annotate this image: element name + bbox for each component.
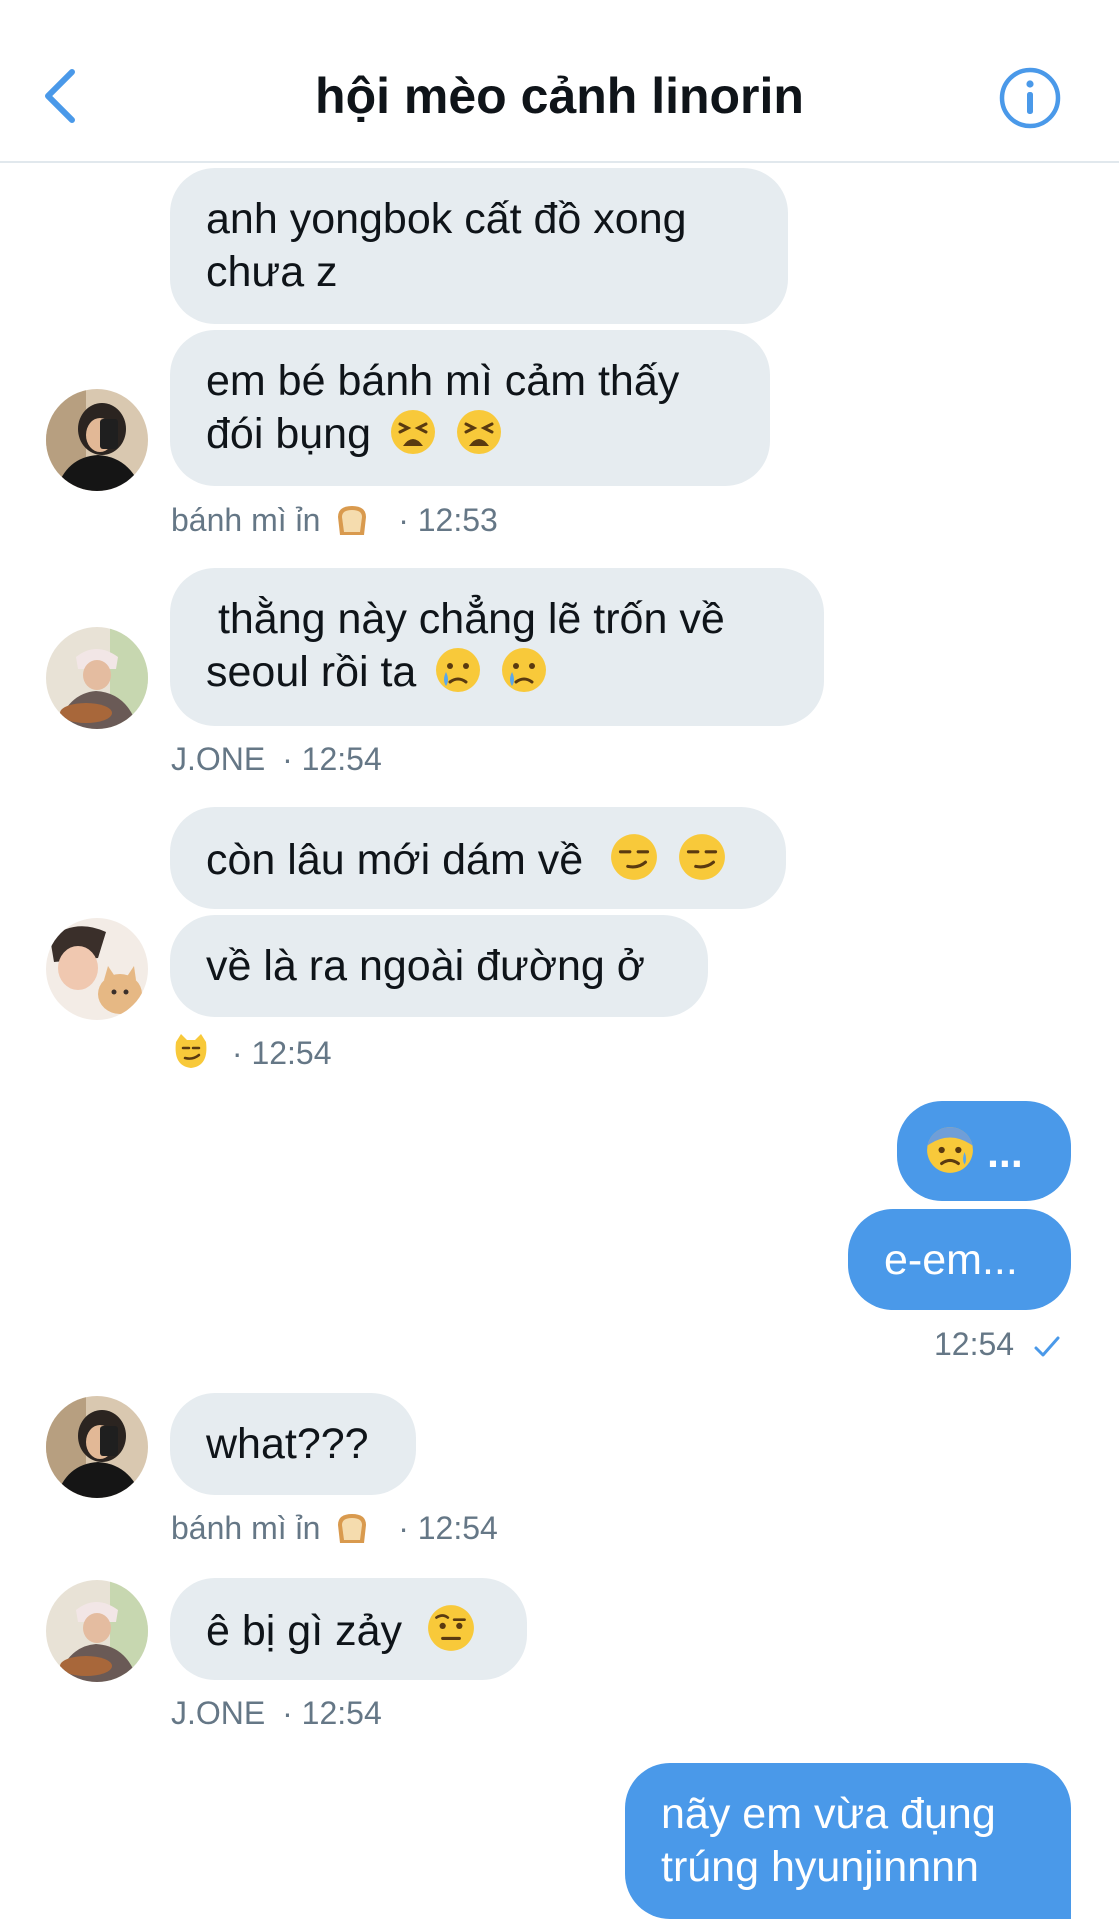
message-meta: · 12:54 [171,1032,332,1073]
bread-emoji-icon [338,1514,367,1543]
chat-header: hội mèo cảnh linorin [0,0,1119,163]
bread-emoji-icon [338,506,367,535]
message-meta: bánh mì ỉn · 12:54 [171,1508,498,1548]
avatar-j-one[interactable] [46,627,148,729]
message-bubble-outgoing[interactable]: e-em... [848,1209,1071,1310]
message-text: what??? [206,1420,369,1468]
message-text: nãy em vừa đụng [661,1790,996,1838]
message-bubble-incoming[interactable]: về là ra ngoài đường ở [170,915,708,1017]
message-meta: 12:54 [934,1324,1061,1364]
message-timestamp: · 12:54 [282,1695,382,1731]
sender-name: J.ONE [171,1695,266,1731]
smirking-face-emoji-icon [679,834,725,880]
message-bubble-incoming[interactable]: còn lâu mới dám về [170,807,786,909]
message-text: anh yongbok cất đồ xong [206,195,687,243]
info-icon[interactable] [998,66,1062,130]
message-bubble-incoming[interactable]: em bé bánh mì cảm thấy đói bụng [170,330,770,486]
message-timestamp: · 12:53 [398,502,498,538]
avatar-banh-mi-in[interactable] [46,1396,148,1498]
message-text: ... [986,1129,1023,1177]
message-timestamp: 12:54 [934,1326,1015,1362]
message-text: ê bị gì zảy [206,1607,402,1655]
message-timestamp: · 12:54 [231,1035,332,1071]
message-text: em bé bánh mì cảm thấy [206,357,680,405]
message-text: e-em... [884,1236,1018,1284]
message-timestamp: · 12:54 [398,1510,498,1546]
sender-name: bánh mì ỉn [171,502,321,538]
tired-face-emoji-icon [390,410,435,454]
message-bubble-incoming[interactable]: ê bị gì zảy [170,1578,527,1680]
message-text: trúng hyunjinnnn [661,1843,979,1891]
message-text: còn lâu mới dám về [206,836,584,884]
avatar-j-one[interactable] [46,1580,148,1682]
smirking-face-emoji-icon [611,834,658,880]
message-timestamp: · 12:54 [282,741,382,777]
message-bubble-incoming[interactable]: what??? [170,1393,416,1495]
chevron-left-icon[interactable] [40,66,82,126]
crying-face-emoji-icon [502,648,547,692]
avatar-cat[interactable] [46,918,148,1020]
message-text: chưa z [206,248,338,296]
message-text: thằng này chẳng lẽ trốn về [206,595,725,643]
sender-name: J.ONE [171,741,266,777]
tired-face-emoji-icon [456,410,501,454]
message-text: seoul rồi ta [206,648,417,696]
cat-smirk-emoji-icon [175,1034,207,1068]
anxious-face-emoji-icon [927,1127,973,1173]
message-text: đói bụng [206,410,371,458]
message-bubble-outgoing[interactable]: nãy em vừa đụng trúng hyunjinnnn [625,1763,1071,1919]
crying-face-emoji-icon [436,648,481,692]
message-bubble-incoming[interactable]: anh yongbok cất đồ xong chưa z [170,168,788,324]
raised-eyebrow-face-emoji-icon [428,1605,474,1651]
message-bubble-incoming[interactable]: thằng này chẳng lẽ trốn về seoul rồi ta [170,568,824,726]
message-meta: bánh mì ỉn · 12:53 [171,500,498,540]
conversation-title: hội mèo cảnh linorin [315,68,804,124]
message-meta: J.ONE · 12:54 [171,739,382,779]
sender-name: bánh mì ỉn [171,1510,321,1546]
sent-checkmark-icon [1034,1336,1060,1357]
message-text: về là ra ngoài đường ở [206,942,645,990]
avatar-banh-mi-in[interactable] [46,389,148,491]
message-bubble-outgoing[interactable]: ... [897,1101,1071,1201]
header-divider [0,161,1119,163]
message-meta: J.ONE · 12:54 [171,1693,382,1733]
